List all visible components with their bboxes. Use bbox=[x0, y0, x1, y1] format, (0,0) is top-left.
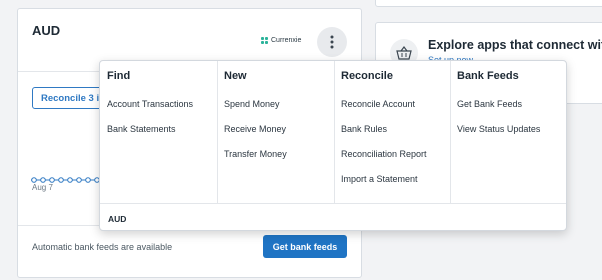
bank-feeds-notice: Automatic bank feeds are available bbox=[32, 242, 173, 252]
menu-column-new: New Spend Money Receive Money Transfer M… bbox=[217, 61, 335, 203]
menu-heading: Reconcile bbox=[341, 70, 393, 82]
menu-footer-divider bbox=[100, 203, 566, 204]
menu-column-find: Find Account Transactions Bank Statement… bbox=[100, 61, 218, 203]
menu-item-bank-statements[interactable]: Bank Statements bbox=[107, 124, 176, 134]
menu-heading: New bbox=[224, 70, 247, 82]
menu-item-spend-money[interactable]: Spend Money bbox=[224, 99, 280, 109]
account-options-menu: Find Account Transactions Bank Statement… bbox=[99, 60, 567, 231]
account-title: AUD bbox=[32, 23, 61, 38]
menu-item-reconciliation-report[interactable]: Reconciliation Report bbox=[341, 149, 427, 159]
menu-heading: Bank Feeds bbox=[457, 70, 519, 82]
account-options-button[interactable] bbox=[317, 27, 347, 57]
menu-item-bank-rules[interactable]: Bank Rules bbox=[341, 124, 387, 134]
bank-brand: Currenxie bbox=[261, 37, 301, 44]
brand-name: Currenxie bbox=[271, 37, 302, 44]
kebab-menu-icon bbox=[330, 35, 334, 49]
menu-item-view-status-updates[interactable]: View Status Updates bbox=[457, 124, 540, 134]
menu-item-transfer-money[interactable]: Transfer Money bbox=[224, 149, 287, 159]
menu-footer-account: AUD bbox=[108, 214, 127, 224]
menu-item-reconcile-account[interactable]: Reconcile Account bbox=[341, 99, 415, 109]
explore-apps-title: Explore apps that connect with Xero bbox=[428, 38, 602, 52]
shopping-basket-icon bbox=[396, 46, 412, 60]
currenxie-logo-icon bbox=[261, 37, 268, 44]
menu-item-account-transactions[interactable]: Account Transactions bbox=[107, 99, 193, 109]
menu-item-import-statement[interactable]: Import a Statement bbox=[341, 174, 418, 184]
previous-card-edge bbox=[375, 0, 602, 7]
menu-item-get-bank-feeds[interactable]: Get Bank Feeds bbox=[457, 99, 522, 109]
menu-heading: Find bbox=[107, 70, 131, 82]
get-bank-feeds-button[interactable]: Get bank feeds bbox=[263, 235, 347, 258]
menu-item-receive-money[interactable]: Receive Money bbox=[224, 124, 286, 134]
timeline-date: Aug 7 bbox=[32, 183, 53, 192]
menu-column-bank-feeds: Bank Feeds Get Bank Feeds View Status Up… bbox=[450, 61, 566, 203]
menu-column-reconcile: Reconcile Reconcile Account Bank Rules R… bbox=[334, 61, 451, 203]
